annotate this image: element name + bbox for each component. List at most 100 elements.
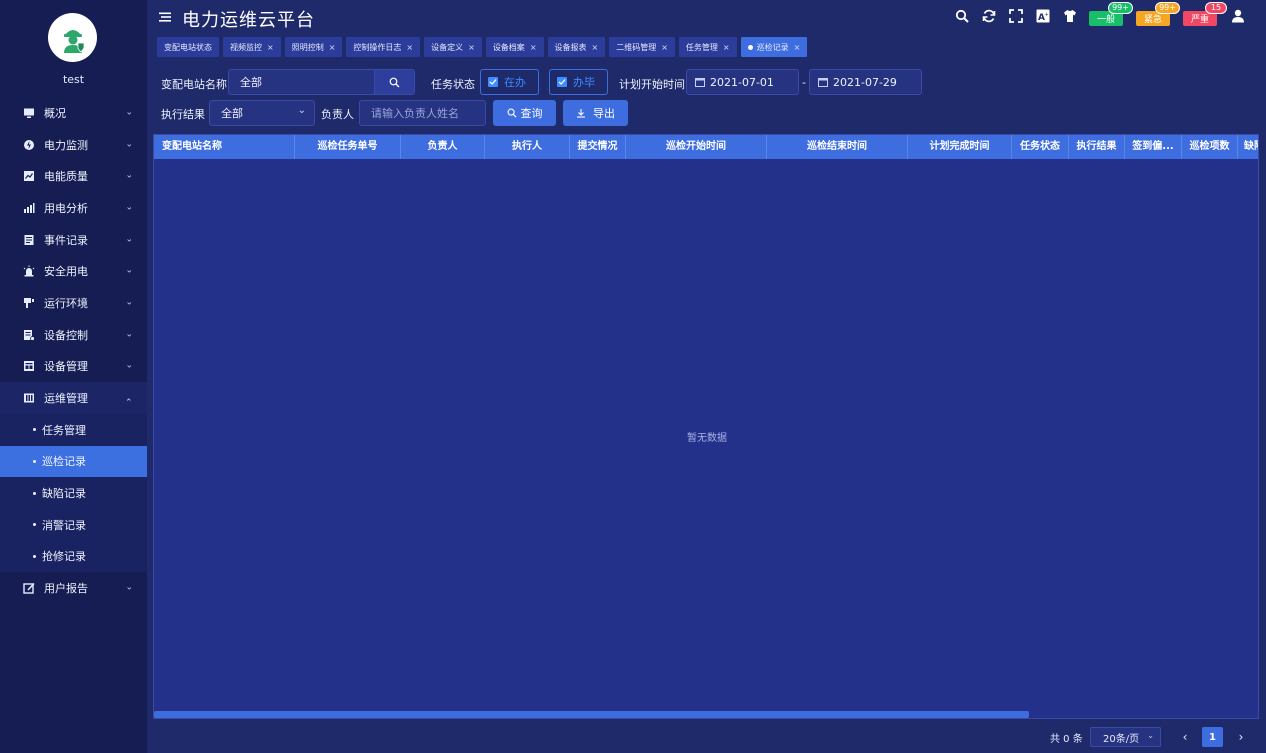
- chevron-down-icon: ⌄: [125, 139, 133, 150]
- tab-device-definition[interactable]: 设备定义 ×: [424, 37, 482, 57]
- report-icon: [23, 582, 35, 594]
- next-page-button[interactable]: ›: [1233, 728, 1249, 746]
- close-icon[interactable]: ×: [723, 43, 730, 52]
- bullet-icon: [33, 428, 36, 432]
- sidebar-item-label: 概况: [44, 106, 66, 120]
- owner-input[interactable]: 请输入负责人姓名: [359, 100, 486, 126]
- user-icon[interactable]: [1230, 8, 1246, 24]
- column-header[interactable]: 提交情况: [570, 135, 626, 159]
- station-select[interactable]: 全部: [228, 69, 415, 95]
- alert-normal-badge[interactable]: 一般 99+: [1088, 1, 1133, 26]
- start-date-value: 2021-07-01: [710, 75, 774, 89]
- sidebar-item-event-log[interactable]: 事件记录 ⌄: [0, 224, 147, 256]
- tab-station-status[interactable]: 变配电站状态: [157, 37, 219, 57]
- column-header[interactable]: 任务状态: [1012, 135, 1069, 159]
- sidebar-item-ops-management[interactable]: 运维管理 ⌄: [0, 382, 147, 414]
- submenu-item-repair-records[interactable]: 抢修记录: [0, 541, 147, 573]
- page-number-button[interactable]: 1: [1202, 727, 1223, 747]
- empty-state-text: 暂无数据: [687, 433, 727, 444]
- end-date-picker[interactable]: 2021-07-29: [809, 69, 922, 95]
- column-header[interactable]: 执行人: [485, 135, 570, 159]
- sidebar-item-environment[interactable]: 运行环境 ⌄: [0, 287, 147, 319]
- close-icon[interactable]: ×: [329, 43, 336, 52]
- theme-shirt-icon[interactable]: [1062, 8, 1078, 24]
- tab-device-report[interactable]: 设备报表 ×: [547, 37, 606, 57]
- tab-task-management[interactable]: 任务管理 ×: [678, 37, 737, 57]
- tab-inspection-records[interactable]: 巡检记录 ×: [740, 37, 808, 57]
- page-size-value: 20条/页: [1103, 733, 1140, 745]
- close-icon[interactable]: ×: [406, 43, 413, 52]
- sidebar-item-label: 用电分析: [44, 201, 88, 215]
- sidebar-item-usage-analysis[interactable]: 用电分析 ⌄: [0, 192, 147, 224]
- close-icon[interactable]: ×: [592, 43, 599, 52]
- column-header[interactable]: 负责人: [401, 135, 485, 159]
- bullet-icon: [33, 523, 36, 527]
- quality-chart-icon: [23, 170, 35, 182]
- close-icon[interactable]: ×: [530, 43, 537, 52]
- calendar-icon: [818, 78, 828, 87]
- status-in-progress-checkbox[interactable]: 在办: [480, 69, 539, 95]
- close-icon[interactable]: ×: [661, 43, 668, 52]
- sidebar-item-user-report[interactable]: 用户报告 ⌄: [0, 572, 147, 604]
- status-done-label: 办毕: [573, 76, 595, 89]
- submenu-item-alarm-clear-records[interactable]: 消警记录: [0, 509, 147, 541]
- station-select-value: 全部: [240, 76, 262, 89]
- menu-toggle-icon[interactable]: [159, 11, 171, 23]
- tab-qrcode-management[interactable]: 二维码管理 ×: [609, 37, 675, 57]
- sidebar-item-overview[interactable]: 概况 ⌄: [0, 97, 147, 129]
- column-header[interactable]: 巡检开始时间: [626, 135, 767, 159]
- result-select[interactable]: 全部 ⌄: [209, 100, 315, 126]
- query-button[interactable]: 查询: [493, 100, 556, 126]
- tab-lighting-control[interactable]: 照明控制 ×: [284, 37, 343, 57]
- refresh-icon[interactable]: [981, 8, 997, 24]
- alert-urgent-badge[interactable]: 紧急 99+: [1135, 1, 1180, 26]
- close-icon[interactable]: ×: [468, 43, 475, 52]
- sidebar-item-label: 电力监测: [44, 138, 88, 152]
- status-done-checkbox[interactable]: 办毕: [549, 69, 608, 95]
- prev-page-button[interactable]: ‹: [1177, 728, 1193, 746]
- station-search-button[interactable]: [374, 70, 414, 94]
- sidebar-item-device-control[interactable]: 设备控制 ⌄: [0, 319, 147, 351]
- column-header[interactable]: 变配电站名称: [154, 135, 295, 159]
- sidebar-item-device-management[interactable]: 设备管理 ⌄: [0, 351, 147, 383]
- download-icon: [577, 109, 585, 118]
- chevron-down-icon: ⌄: [297, 105, 306, 116]
- horizontal-scrollbar[interactable]: [154, 711, 1029, 718]
- app-title: 电力运维云平台: [182, 10, 315, 31]
- submenu-item-inspection-records[interactable]: 巡检记录: [0, 445, 147, 478]
- inspection-table: 变配电站名称 巡检任务单号 负责人 执行人 提交情况 巡检开始时间 巡检结束时间…: [153, 134, 1259, 719]
- chevron-down-icon: ⌄: [125, 360, 133, 371]
- column-header[interactable]: 执行结果: [1069, 135, 1125, 159]
- submenu-item-task-management[interactable]: 任务管理: [0, 414, 147, 446]
- search-icon[interactable]: [954, 8, 970, 24]
- tab-bar: 变配电站状态 视频监控 × 照明控制 × 控制操作日志 × 设备定义 × 设备档案 × 设…: [157, 37, 811, 57]
- chevron-down-icon: ⌄: [125, 265, 133, 276]
- sidebar-item-safety[interactable]: 安全用电 ⌄: [0, 255, 147, 287]
- tab-label: 照明控制: [291, 42, 324, 52]
- submenu-item-defect-records[interactable]: 缺陷记录: [0, 477, 147, 509]
- tab-control-log[interactable]: 控制操作日志 ×: [346, 37, 421, 57]
- end-date-value: 2021-07-29: [833, 75, 897, 89]
- column-header[interactable]: 签到偏...: [1125, 135, 1182, 159]
- column-header[interactable]: 巡检任务单号: [295, 135, 401, 159]
- sidebar-item-power-monitor[interactable]: 电力监测 ⌄: [0, 129, 147, 161]
- column-header[interactable]: 巡检项数: [1182, 135, 1238, 159]
- language-icon[interactable]: A +: [1035, 8, 1051, 24]
- column-header[interactable]: 计划完成时间: [908, 135, 1012, 159]
- column-header[interactable]: 巡检结束时间: [767, 135, 908, 159]
- close-icon[interactable]: ×: [794, 43, 801, 52]
- tab-device-archive[interactable]: 设备档案 ×: [485, 37, 544, 57]
- tab-video-monitor[interactable]: 视频监控 ×: [223, 37, 281, 57]
- avatar[interactable]: [48, 13, 97, 62]
- fullscreen-icon[interactable]: [1008, 8, 1024, 24]
- sidebar-item-label: 运行环境: [44, 296, 88, 310]
- export-button[interactable]: 导出: [563, 100, 628, 126]
- tab-label: 设备档案: [492, 42, 525, 52]
- column-header[interactable]: 缺陷: [1238, 135, 1258, 159]
- page-size-select[interactable]: 20条/页 ⌄: [1090, 727, 1161, 747]
- start-date-picker[interactable]: 2021-07-01: [686, 69, 799, 95]
- sidebar-item-power-quality[interactable]: 电能质量 ⌄: [0, 160, 147, 192]
- close-icon[interactable]: ×: [267, 43, 274, 52]
- alert-severe-badge[interactable]: 严重 15: [1182, 1, 1227, 26]
- chevron-up-icon: ⌄: [125, 395, 133, 406]
